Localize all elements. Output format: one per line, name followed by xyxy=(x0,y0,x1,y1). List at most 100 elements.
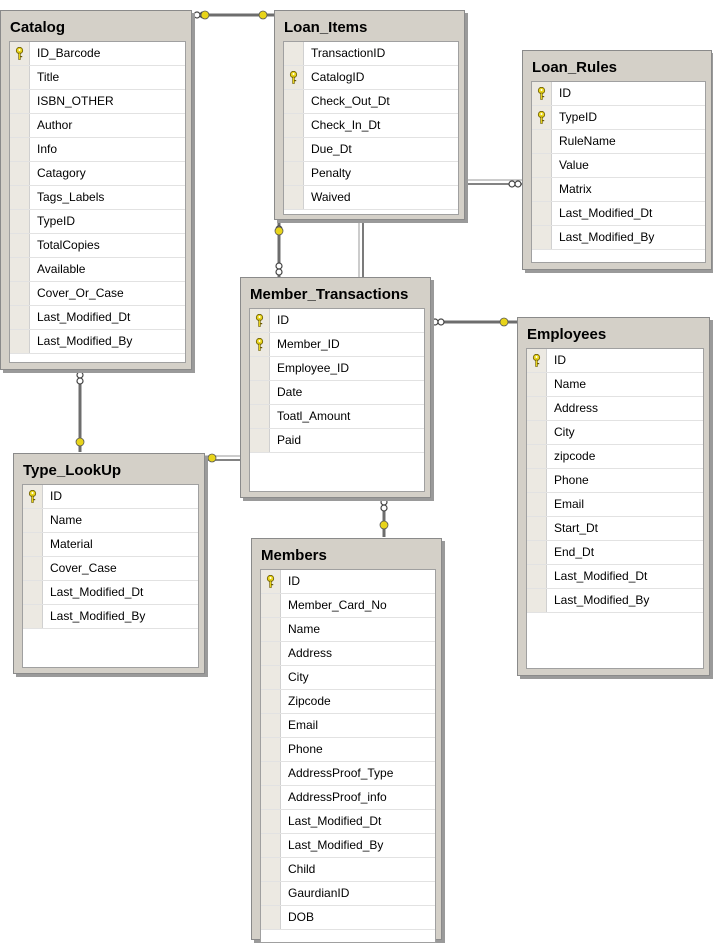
column-row[interactable]: Last_Modified_By xyxy=(261,834,435,858)
column-row[interactable]: Member_ID xyxy=(250,333,424,357)
table-member-transactions[interactable]: Member_Transactions ID Member_ID Employee_… xyxy=(240,277,431,498)
column-row[interactable]: City xyxy=(261,666,435,690)
row-selector[interactable] xyxy=(261,738,281,761)
row-selector[interactable] xyxy=(10,282,30,305)
row-selector[interactable] xyxy=(532,154,552,177)
column-row[interactable]: ID_Barcode xyxy=(10,42,185,66)
row-selector[interactable] xyxy=(10,306,30,329)
row-selector[interactable] xyxy=(10,258,30,281)
row-selector[interactable] xyxy=(261,618,281,641)
row-selector[interactable] xyxy=(10,234,30,257)
column-row[interactable]: TotalCopies xyxy=(10,234,185,258)
column-row[interactable]: Info xyxy=(10,138,185,162)
column-row[interactable]: Last_Modified_Dt xyxy=(261,810,435,834)
column-row[interactable]: TypeID xyxy=(532,106,705,130)
row-selector[interactable] xyxy=(261,762,281,785)
row-selector[interactable] xyxy=(261,810,281,833)
table-catalog[interactable]: Catalog ID_Barcode Title ISBN_OTHER Author I… xyxy=(0,10,192,370)
row-selector[interactable] xyxy=(23,581,43,604)
column-row[interactable]: Last_Modified_Dt xyxy=(527,565,703,589)
column-row[interactable]: Toatl_Amount xyxy=(250,405,424,429)
row-selector[interactable] xyxy=(250,381,270,404)
row-selector[interactable] xyxy=(532,202,552,225)
column-row[interactable]: Address xyxy=(261,642,435,666)
column-row[interactable]: End_Dt xyxy=(527,541,703,565)
column-row[interactable]: Start_Dt xyxy=(527,517,703,541)
column-row[interactable]: TransactionID xyxy=(284,42,458,66)
row-selector[interactable] xyxy=(250,405,270,428)
column-row[interactable]: Phone xyxy=(261,738,435,762)
column-row[interactable]: Tags_Labels xyxy=(10,186,185,210)
column-row[interactable]: Last_Modified_Dt xyxy=(10,306,185,330)
column-row[interactable]: Name xyxy=(261,618,435,642)
column-row[interactable]: ISBN_OTHER xyxy=(10,90,185,114)
row-selector[interactable] xyxy=(261,594,281,617)
column-row[interactable]: Zipcode xyxy=(261,690,435,714)
column-row[interactable]: RuleName xyxy=(532,130,705,154)
column-row[interactable]: City xyxy=(527,421,703,445)
row-selector[interactable] xyxy=(10,162,30,185)
column-row[interactable]: Penalty xyxy=(284,162,458,186)
row-selector[interactable] xyxy=(527,589,547,612)
column-row[interactable]: Email xyxy=(261,714,435,738)
row-selector[interactable] xyxy=(532,226,552,249)
row-selector[interactable] xyxy=(10,66,30,89)
column-row[interactable]: Last_Modified_Dt xyxy=(532,202,705,226)
table-members[interactable]: Members ID Member_Card_No Name Address City Z… xyxy=(251,538,442,943)
column-row[interactable]: TypeID xyxy=(10,210,185,234)
column-row[interactable]: Cover_Case xyxy=(23,557,198,581)
row-selector[interactable] xyxy=(23,533,43,556)
column-row[interactable]: Waived xyxy=(284,186,458,210)
column-row[interactable]: AddressProof_info xyxy=(261,786,435,810)
row-selector[interactable] xyxy=(532,130,552,153)
column-row[interactable]: ID xyxy=(532,82,705,106)
column-row[interactable]: Last_Modified_By xyxy=(532,226,705,250)
row-selector[interactable] xyxy=(261,690,281,713)
row-selector[interactable] xyxy=(527,421,547,444)
column-row[interactable]: Cover_Or_Case xyxy=(10,282,185,306)
column-row[interactable]: Last_Modified_By xyxy=(527,589,703,613)
row-selector[interactable] xyxy=(261,642,281,665)
column-row[interactable]: Employee_ID xyxy=(250,357,424,381)
column-row[interactable]: Child xyxy=(261,858,435,882)
column-row[interactable]: ID xyxy=(527,349,703,373)
row-selector[interactable] xyxy=(10,186,30,209)
column-row[interactable]: Available xyxy=(10,258,185,282)
row-selector[interactable] xyxy=(284,138,304,161)
column-row[interactable]: GaurdianID xyxy=(261,882,435,906)
row-selector[interactable] xyxy=(23,509,43,532)
column-row[interactable]: Material xyxy=(23,533,198,557)
column-row[interactable]: ID xyxy=(261,570,435,594)
row-selector[interactable] xyxy=(527,397,547,420)
table-loan-rules[interactable]: Loan_Rules ID TypeID RuleName Value Matrix La… xyxy=(522,50,712,270)
column-row[interactable]: Name xyxy=(23,509,198,533)
row-selector[interactable] xyxy=(261,906,281,929)
column-row[interactable]: Last_Modified_By xyxy=(10,330,185,354)
row-selector[interactable] xyxy=(261,834,281,857)
table-employees[interactable]: Employees ID Name Address City zipcode Phone E… xyxy=(517,317,710,676)
column-row[interactable]: Last_Modified_By xyxy=(23,605,198,629)
row-selector[interactable] xyxy=(261,714,281,737)
column-row[interactable]: Matrix xyxy=(532,178,705,202)
column-row[interactable]: Email xyxy=(527,493,703,517)
row-selector[interactable] xyxy=(527,373,547,396)
row-selector[interactable] xyxy=(284,90,304,113)
row-selector[interactable] xyxy=(284,114,304,137)
row-selector[interactable] xyxy=(261,666,281,689)
column-row[interactable]: CatalogID xyxy=(284,66,458,90)
row-selector[interactable] xyxy=(261,786,281,809)
column-row[interactable]: Member_Card_No xyxy=(261,594,435,618)
column-row[interactable]: AddressProof_Type xyxy=(261,762,435,786)
column-row[interactable]: Check_Out_Dt xyxy=(284,90,458,114)
column-row[interactable]: ID xyxy=(23,485,198,509)
row-selector[interactable] xyxy=(527,541,547,564)
row-selector[interactable] xyxy=(284,42,304,65)
row-selector[interactable] xyxy=(261,882,281,905)
row-selector[interactable] xyxy=(527,565,547,588)
row-selector[interactable] xyxy=(10,90,30,113)
row-selector[interactable] xyxy=(10,210,30,233)
row-selector[interactable] xyxy=(527,517,547,540)
row-selector[interactable] xyxy=(527,445,547,468)
column-row[interactable]: Phone xyxy=(527,469,703,493)
row-selector[interactable] xyxy=(23,557,43,580)
